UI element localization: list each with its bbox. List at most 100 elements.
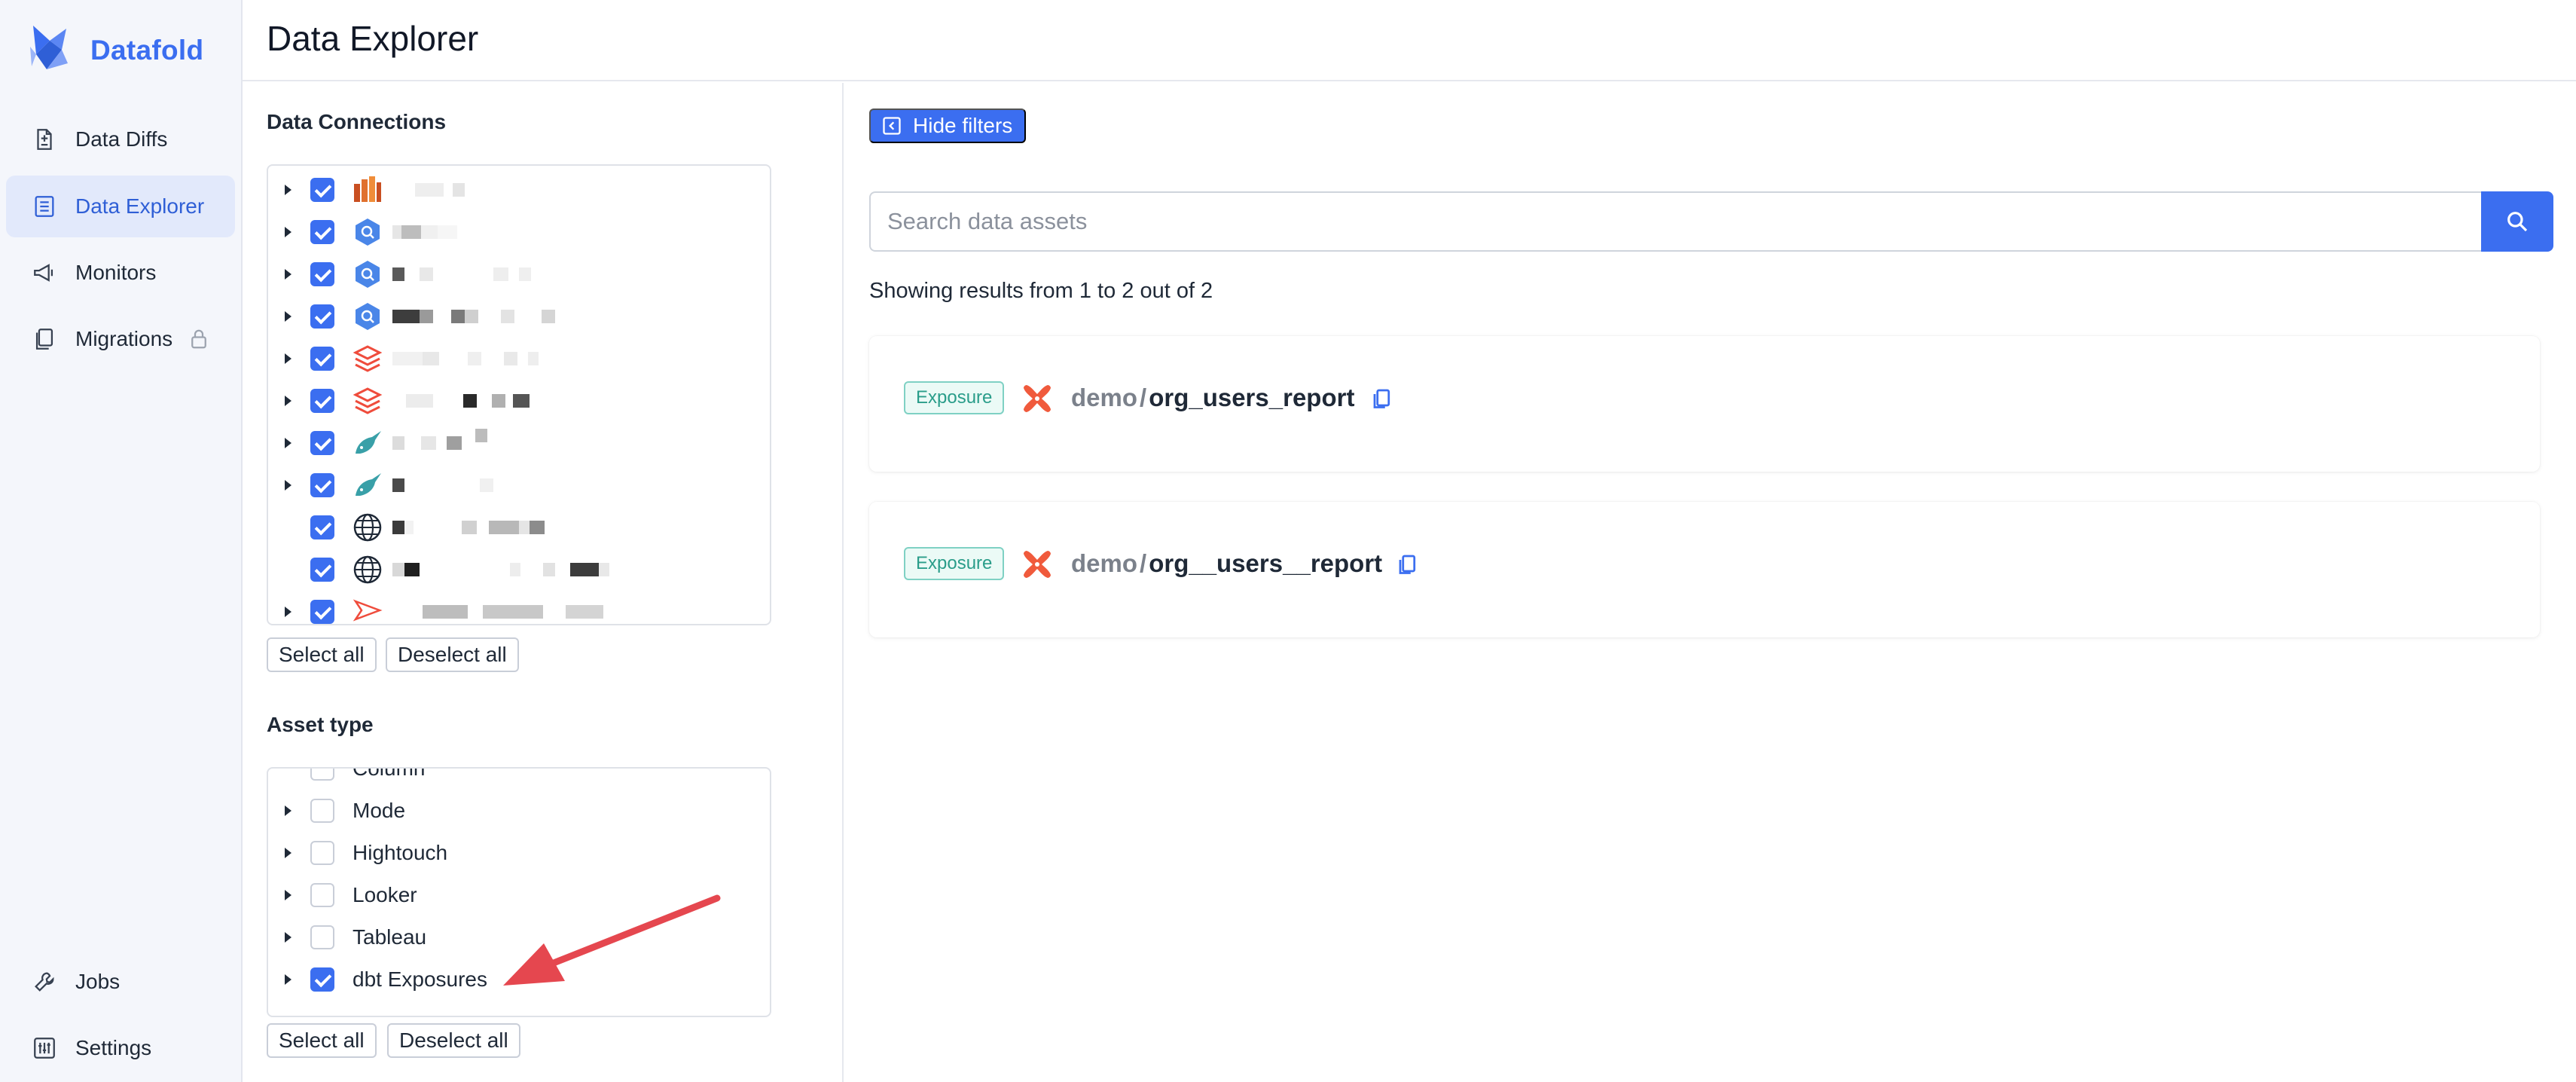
- connection-checkbox[interactable]: [310, 220, 334, 244]
- expand-caret-icon[interactable]: [285, 227, 291, 237]
- asset-name[interactable]: demo / org_users_report: [1071, 381, 1354, 414]
- connection-row[interactable]: [268, 338, 770, 380]
- connection-row[interactable]: [268, 380, 770, 422]
- connection-row[interactable]: [268, 295, 770, 338]
- nav-item-label: Data Explorer: [75, 194, 205, 218]
- connection-row[interactable]: [268, 591, 770, 624]
- asset-type-row-mode[interactable]: Mode: [268, 790, 770, 832]
- expand-caret-icon[interactable]: [285, 185, 291, 195]
- connection-checkbox[interactable]: [310, 515, 334, 539]
- asset-name[interactable]: demo / org__users__report: [1071, 547, 1382, 580]
- asset-type-checkbox[interactable]: [310, 925, 334, 949]
- connection-checkbox[interactable]: [310, 262, 334, 286]
- wrench-icon: [35, 972, 54, 992]
- redacted-name: [392, 224, 457, 240]
- expand-caret-icon[interactable]: [285, 607, 291, 617]
- expand-caret-icon[interactable]: [285, 805, 291, 816]
- asset-type-select-all-button[interactable]: Select all: [267, 1023, 377, 1058]
- globe-icon: [353, 555, 382, 584]
- connection-checkbox[interactable]: [310, 558, 334, 582]
- brand-logo[interactable]: Datafold: [29, 24, 203, 77]
- asset-type-checkbox[interactable]: [310, 799, 334, 823]
- nav-item-jobs[interactable]: Jobs: [6, 951, 235, 1013]
- sidebar: Datafold Data Diffs Data Explorer Monito…: [0, 0, 243, 1082]
- hide-filters-button[interactable]: Hide filters: [869, 109, 1027, 143]
- expand-caret-icon[interactable]: [285, 269, 291, 280]
- asset-type-checkbox[interactable]: [310, 883, 334, 907]
- connection-row[interactable]: [268, 169, 770, 211]
- asset-type-title: Asset type: [267, 713, 374, 736]
- expand-caret-icon[interactable]: [285, 438, 291, 448]
- globe-icon: [353, 513, 382, 542]
- datafold-logo-icon: [30, 26, 68, 69]
- databricks-icon: [353, 345, 383, 372]
- copy-icon[interactable]: [1371, 384, 1393, 411]
- result-card[interactable]: Exposure demo / org_users_report: [869, 336, 2540, 472]
- asset-type-checkbox[interactable]: [310, 841, 334, 865]
- data-connections-title: Data Connections: [267, 110, 447, 133]
- asset-type-label: Column: [353, 767, 426, 780]
- expand-caret-icon[interactable]: [285, 396, 291, 406]
- results-count: Showing results from 1 to 2 out of 2: [869, 279, 1213, 303]
- expand-caret-icon[interactable]: [285, 890, 291, 900]
- nav-item-monitors[interactable]: Monitors: [6, 242, 235, 304]
- asset-leaf-name: org__users__report: [1149, 549, 1383, 577]
- search-button[interactable]: [2481, 191, 2553, 252]
- connections-deselect-all-button[interactable]: Deselect all: [386, 637, 519, 672]
- connection-row[interactable]: [268, 464, 770, 506]
- narwhal-icon: [356, 431, 381, 454]
- redacted-name: [392, 429, 487, 451]
- sliders-icon: [34, 1038, 55, 1059]
- narwhal-icon: [356, 473, 381, 496]
- asset-type-deselect-all-button[interactable]: Deselect all: [387, 1023, 520, 1058]
- redacted-name: [392, 266, 531, 283]
- connection-row[interactable]: [268, 211, 770, 253]
- nav-item-label: Monitors: [75, 261, 157, 284]
- asset-type-row-column[interactable]: Column: [268, 767, 770, 790]
- result-card[interactable]: Exposure demo / org__users__report: [869, 502, 2540, 637]
- nav-item-data-explorer[interactable]: Data Explorer: [6, 176, 235, 237]
- connection-checkbox[interactable]: [310, 178, 334, 202]
- connection-checkbox[interactable]: [310, 304, 334, 329]
- expand-caret-icon[interactable]: [285, 480, 291, 491]
- asset-type-badge: Exposure: [904, 547, 1005, 580]
- bigquery-icon: [356, 219, 380, 246]
- nav-item-data-diffs[interactable]: Data Diffs: [6, 109, 235, 170]
- expand-caret-icon[interactable]: [285, 311, 291, 322]
- asset-type-row-hightouch[interactable]: Hightouch: [268, 832, 770, 874]
- expand-caret-icon[interactable]: [285, 932, 291, 943]
- connection-checkbox[interactable]: [310, 431, 334, 455]
- list-box-icon: [35, 196, 54, 217]
- asset-type-label: Hightouch: [353, 841, 448, 864]
- connections-select-all-button[interactable]: Select all: [267, 637, 377, 672]
- expand-caret-icon[interactable]: [285, 974, 291, 985]
- copy-icon[interactable]: [1396, 550, 1419, 577]
- connection-checkbox[interactable]: [310, 389, 334, 413]
- connection-checkbox[interactable]: [310, 600, 334, 624]
- search-bar: [869, 191, 2553, 252]
- asset-separator: /: [1140, 384, 1147, 411]
- connection-row[interactable]: [268, 253, 770, 295]
- connection-checkbox[interactable]: [310, 347, 334, 371]
- asset-type-checkbox[interactable]: [310, 967, 334, 992]
- redshift-icon: [354, 176, 381, 202]
- bigquery-icon: [356, 303, 380, 330]
- expand-caret-icon[interactable]: [285, 353, 291, 364]
- asset-type-label: Mode: [353, 799, 406, 822]
- nav-item-label: Jobs: [75, 970, 121, 993]
- nav-item-settings[interactable]: Settings: [6, 1017, 235, 1079]
- nav-item-label: Migrations: [75, 327, 173, 350]
- redacted-name: [392, 350, 539, 367]
- hide-filters-label: Hide filters: [913, 114, 1013, 137]
- connection-row[interactable]: [268, 422, 770, 464]
- search-input[interactable]: [869, 191, 2481, 252]
- connection-checkbox[interactable]: [310, 473, 334, 497]
- connection-row[interactable]: [268, 506, 770, 549]
- nav-item-migrations[interactable]: Migrations: [6, 308, 235, 370]
- connection-row[interactable]: [268, 549, 770, 591]
- lock-icon: [191, 329, 207, 349]
- data-connections-tree[interactable]: [267, 164, 771, 625]
- asset-type-checkbox[interactable]: [310, 769, 334, 781]
- nav-item-label: Settings: [75, 1036, 152, 1059]
- expand-caret-icon[interactable]: [285, 848, 291, 858]
